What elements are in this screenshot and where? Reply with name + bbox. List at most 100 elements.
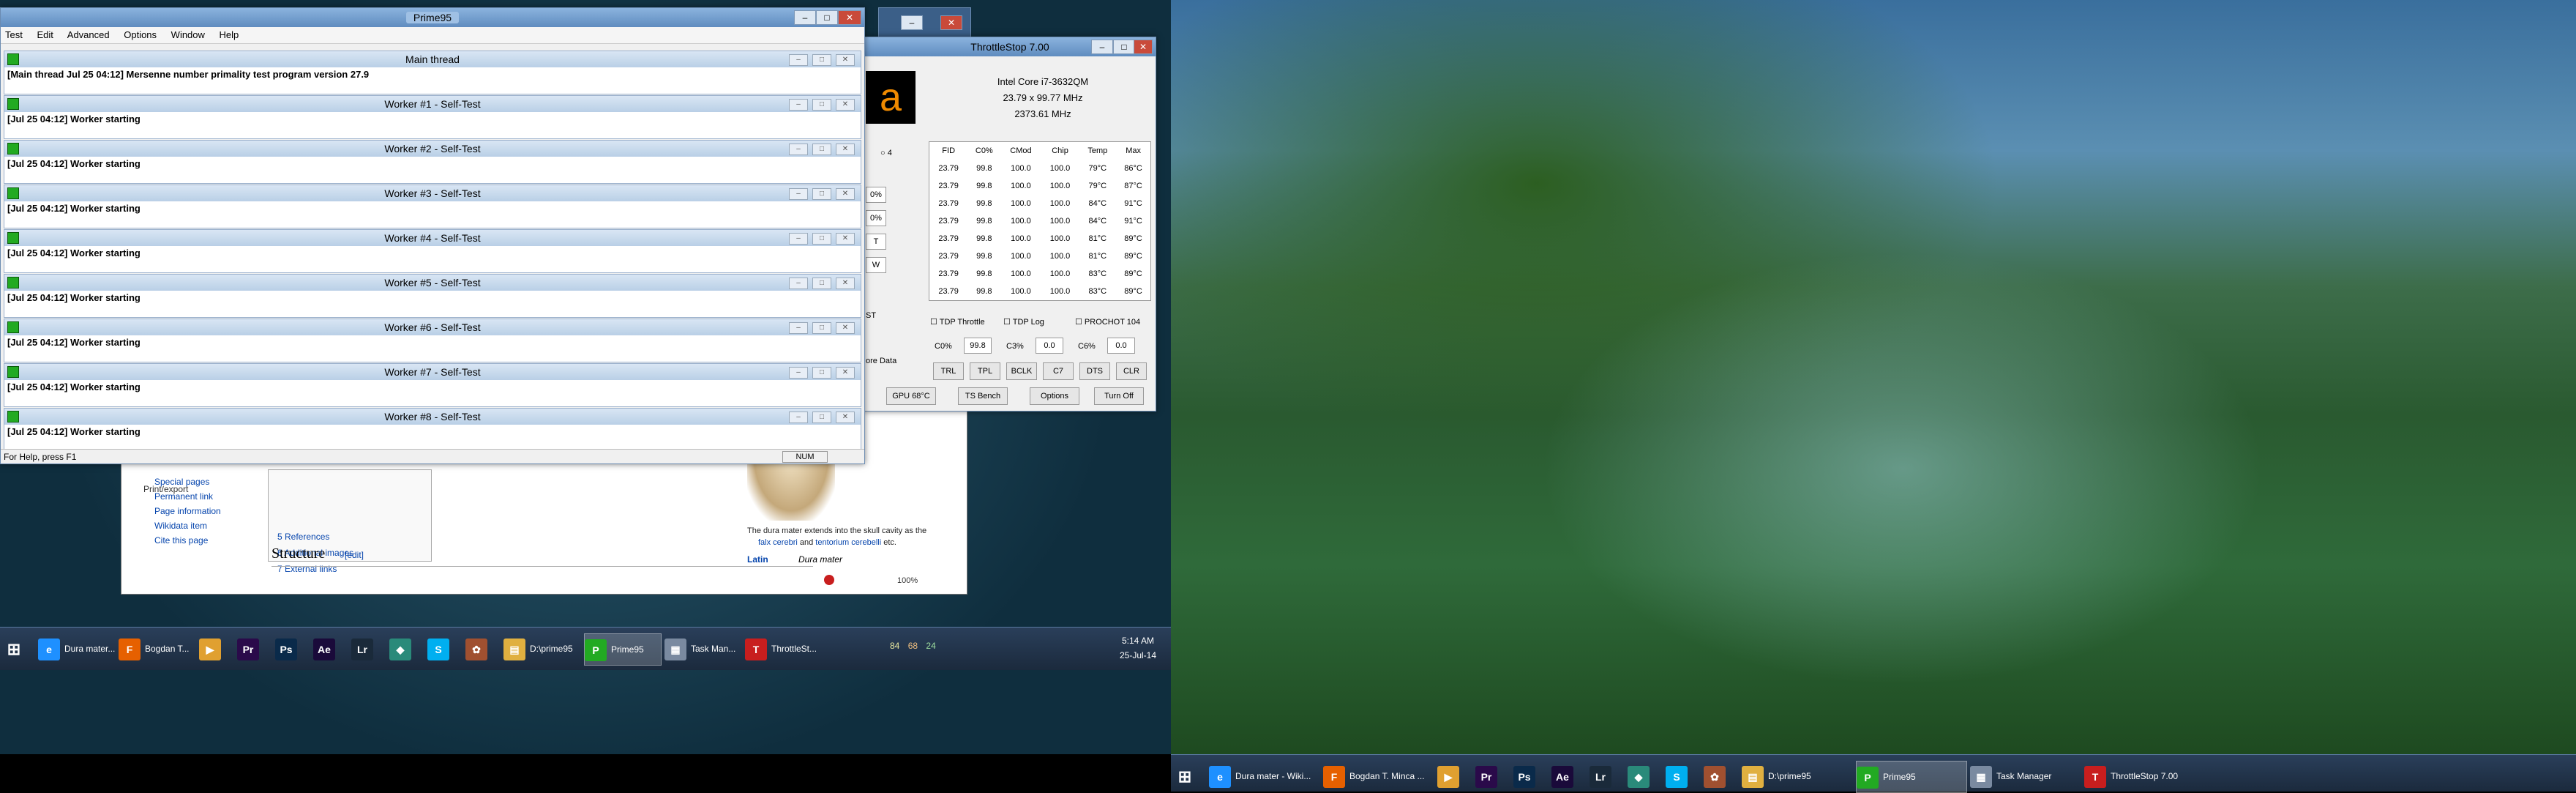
menu-advanced[interactable]: Advanced [67,29,110,40]
setting-field[interactable]: 0% [866,187,886,203]
taskbar-item[interactable]: Ae [1551,761,1585,792]
tdp-throttle-checkbox[interactable]: ☐ TDP Throttle [930,317,985,327]
menu-test[interactable]: Test [5,29,23,40]
taskbar-item[interactable]: e Dura mater... [38,633,115,664]
wiki-left-link[interactable]: Page information [154,506,221,516]
clr-button[interactable]: CLR [1116,362,1147,380]
tray-temp[interactable]: 24 [926,641,935,651]
subwindow-titlebar[interactable]: Worker #5 - Self-Test – □ ✕ [4,275,861,291]
close-button[interactable]: ✕ [836,54,855,66]
minimize-button[interactable]: – [789,278,808,289]
maximize-button[interactable]: □ [812,99,831,111]
main-thread-window[interactable]: Main thread – □ ✕ [Main thread Jul 25 04:12]… [4,51,861,94]
dts-button[interactable]: DTS [1079,362,1110,380]
minimize-button[interactable]: – [789,233,808,245]
close-button[interactable]: ✕ [836,188,855,200]
minimize-button[interactable]: – [1091,40,1113,54]
subwindow-titlebar[interactable]: Worker #8 - Self-Test – □ ✕ [4,409,861,425]
minimize-button[interactable]: – [789,322,808,334]
option-4-radio[interactable]: ○ 4 [880,149,892,157]
subwindow-titlebar[interactable]: Worker #2 - Self-Test – □ ✕ [4,141,861,157]
worker-window[interactable]: Worker #1 - Self-Test – □ ✕ [Jul 25 04:12] W… [4,95,861,139]
maximize-button[interactable]: □ [812,367,831,379]
minimize-button[interactable]: – [789,99,808,111]
toc-item[interactable]: 5 References [277,532,329,542]
close-button[interactable]: ✕ [940,15,962,30]
taskbar-item[interactable]: e Dura mater - Wiki... [1209,761,1319,792]
maximize-button[interactable]: □ [812,54,831,66]
taskbar-item[interactable]: P Prime95 [1856,761,1967,793]
falx-cerebri-link[interactable]: falx cerebri [758,538,798,547]
tray-temp[interactable]: 68 [908,641,918,651]
c7-button[interactable]: C7 [1043,362,1074,380]
maximize-button[interactable]: □ [812,278,831,289]
infobox-latin-label[interactable]: Latin [747,554,768,565]
maximize-button[interactable]: □ [812,412,831,423]
maximize-button[interactable]: □ [1113,40,1135,54]
clock[interactable]: 5:14 AM 25-Jul-14 [1112,633,1164,663]
taskbar-item[interactable]: T ThrottleStop 7.00 [2084,761,2194,792]
close-button[interactable]: ✕ [836,99,855,111]
taskbar-item[interactable]: Ae [313,633,347,664]
wiki-left-link[interactable]: Cite this page [154,535,208,546]
taskbar-item[interactable]: ◆ [1628,761,1661,792]
setting-field[interactable]: W [866,257,886,273]
turn-off-button[interactable]: Turn Off [1094,387,1144,405]
minimize-button[interactable]: – [794,10,816,25]
taskbar-item[interactable]: Ps [1513,761,1547,792]
subwindow-titlebar[interactable]: Worker #4 - Self-Test – □ ✕ [4,230,861,246]
trl-button[interactable]: TRL [933,362,964,380]
maximize-button[interactable]: □ [812,322,831,334]
worker-window[interactable]: Worker #5 - Self-Test – □ ✕ [Jul 25 04:12] W… [4,274,861,318]
tdp-log-checkbox[interactable]: ☐ TDP Log [1003,317,1044,327]
worker-window[interactable]: Worker #8 - Self-Test – □ ✕ [Jul 25 04:12] W… [4,408,861,452]
close-button[interactable]: ✕ [836,233,855,245]
menu-help[interactable]: Help [220,29,239,40]
menu-edit[interactable]: Edit [37,29,53,40]
maximize-button[interactable]: □ [812,144,831,155]
options-button[interactable]: Options [1030,387,1079,405]
taskbar-item[interactable]: Lr [351,633,385,664]
worker-window[interactable]: Worker #2 - Self-Test – □ ✕ [Jul 25 04:12] W… [4,140,861,184]
tentorium-cerebelli-link[interactable]: tentorium cerebelli [815,538,881,547]
worker-window[interactable]: Worker #6 - Self-Test – □ ✕ [Jul 25 04:12] W… [4,319,861,362]
bclk-button[interactable]: BCLK [1006,362,1037,380]
taskbar-item[interactable]: Lr [1590,761,1623,792]
taskbar-item[interactable]: ▤ D:\prime95 [1742,761,1852,792]
taskbar-item[interactable]: Ps [275,633,309,664]
setting-field[interactable]: T [866,234,886,250]
taskbar-item[interactable]: ▦ Task Man... [664,633,741,664]
tray-temp[interactable]: 84 [890,641,899,651]
throttlestop-titlebar[interactable]: ThrottleStop 7.00 – □ ✕ [864,37,1156,56]
worker-window[interactable]: Worker #7 - Self-Test – □ ✕ [Jul 25 04:12] W… [4,363,861,407]
subwindow-titlebar[interactable]: Worker #3 - Self-Test – □ ✕ [4,185,861,201]
minimize-button[interactable]: – [789,367,808,379]
menu-options[interactable]: Options [124,29,157,40]
taskbar-item[interactable]: F Bogdan T... [119,633,195,664]
zoom-level[interactable]: 100% [897,576,918,585]
minimize-button[interactable]: – [901,15,923,30]
tpl-button[interactable]: TPL [970,362,1000,380]
taskbar-item[interactable]: Pr [237,633,271,664]
edit-link[interactable]: [edit] [345,550,364,560]
taskbar-item[interactable]: P Prime95 [584,633,662,666]
wiki-left-link[interactable]: Permanent link [154,491,213,502]
stop-icon[interactable] [824,575,834,585]
minimize-button[interactable]: – [789,188,808,200]
wiki-left-link[interactable]: Wikidata item [154,521,207,531]
taskbar-item[interactable]: ◆ [389,633,423,664]
close-button[interactable]: ✕ [836,278,855,289]
subwindow-titlebar[interactable]: Worker #1 - Self-Test – □ ✕ [4,96,861,112]
taskbar-item[interactable]: ▶ [199,633,233,664]
close-button[interactable]: ✕ [836,144,855,155]
worker-window[interactable]: Worker #4 - Self-Test – □ ✕ [Jul 25 04:12] W… [4,229,861,273]
subwindow-titlebar[interactable]: Worker #6 - Self-Test – □ ✕ [4,319,861,335]
maximize-button[interactable]: □ [812,233,831,245]
prochot-checkbox[interactable]: ☐ PROCHOT 104 [1075,317,1140,327]
taskbar-item[interactable]: S [1666,761,1699,792]
worker-window[interactable]: Worker #3 - Self-Test – □ ✕ [Jul 25 04:12] W… [4,185,861,228]
start-button[interactable]: ⊞ [1174,761,1203,792]
minimize-button[interactable]: – [789,412,808,423]
wiki-left-link[interactable]: Special pages [154,477,209,487]
close-button[interactable]: ✕ [1134,40,1153,54]
